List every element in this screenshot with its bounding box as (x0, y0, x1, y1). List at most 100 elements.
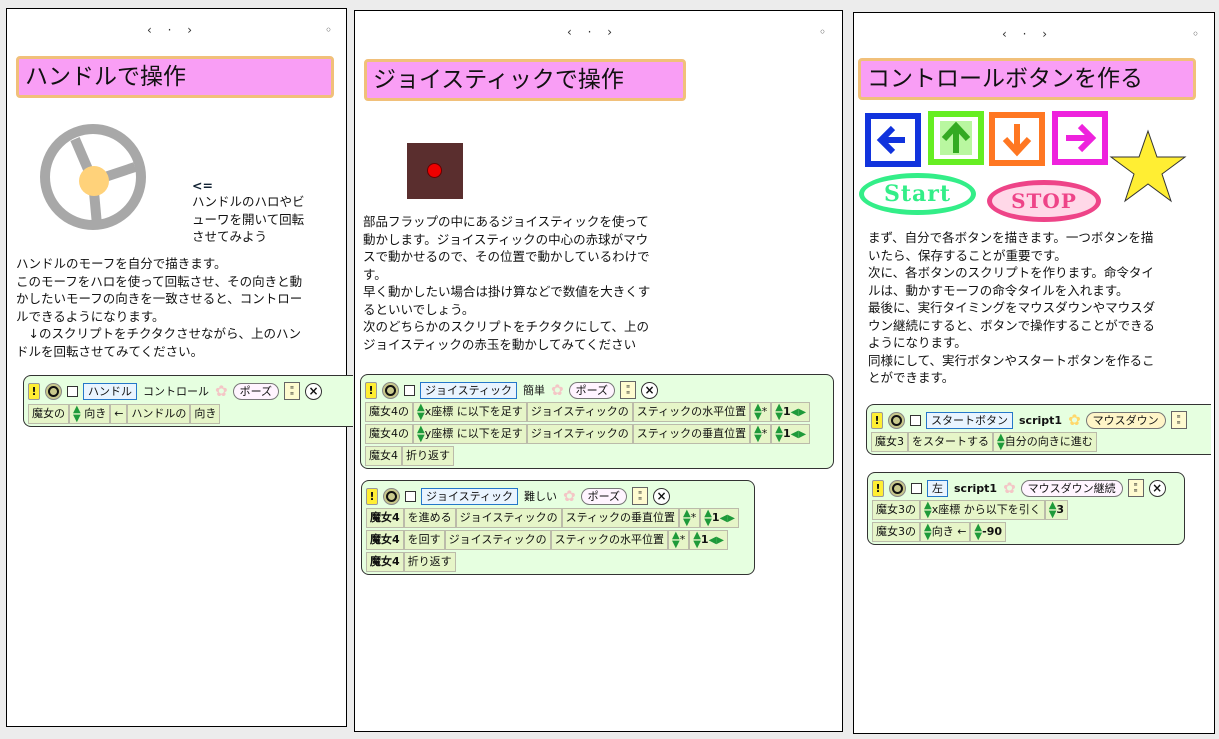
tile-number[interactable]: ▲ ▼ 1 ◀▶ (700, 508, 739, 528)
tile-source[interactable]: ジョイスティックの (526, 424, 633, 444)
script-object-name[interactable]: ジョイスティック (420, 381, 518, 399)
tile-number[interactable]: ▲ ▼ 3 (1044, 500, 1069, 520)
tile-object[interactable]: 魔女3 (871, 432, 908, 452)
tile-object[interactable]: 魔女4 (365, 446, 402, 466)
page-menu-dot[interactable]: ◦ (1192, 27, 1199, 41)
left-arrow-button[interactable] (865, 113, 921, 167)
script-checkbox[interactable] (67, 385, 78, 397)
tile-object[interactable]: 魔女4の (365, 424, 413, 444)
down-arrow-button[interactable] (989, 112, 1045, 166)
joystick-ball[interactable] (427, 163, 442, 178)
tile-command[interactable]: を進める (403, 508, 456, 528)
tick-toggle-icon[interactable] (382, 381, 399, 399)
up-down-icon[interactable]: ▲ ▼ (73, 405, 81, 424)
tile-property[interactable]: ▲ ▼ y座標 に以下を足す (413, 424, 527, 444)
tile-object[interactable]: 魔女4の (365, 402, 413, 422)
exclaim-icon[interactable]: ! (872, 479, 884, 497)
script-row[interactable]: 魔女の ▲ ▼ 向き ← ハンドルの 向き (28, 404, 221, 424)
tile-source[interactable]: ハンドルの (127, 404, 191, 424)
up-down-icon[interactable]: ▲ ▼ (754, 425, 762, 444)
up-down-icon[interactable]: ▲ ▼ (1049, 501, 1057, 520)
script-joystick-easy[interactable]: ! ジョイスティック 簡単 ✿ ポーズ ≡ ≡ × 魔女4の ▲ ▼ x座標 に以下を… (360, 374, 834, 469)
tile-command[interactable]: 折り返す (403, 552, 456, 572)
up-down-icon[interactable]: ▲ ▼ (704, 509, 712, 528)
tile-source-property[interactable]: 向き (190, 404, 221, 424)
tile-source-property[interactable]: スティックの水平位置 (632, 402, 751, 422)
memo-icon[interactable]: ≡ ≡ (620, 381, 637, 399)
tile-number[interactable]: ▲ ▼ 1 ◀▶ (771, 424, 811, 444)
tile-command[interactable]: ▲ ▼ 自分の向きに進む (993, 432, 1097, 452)
script-object-name[interactable]: ハンドル (83, 382, 137, 400)
tile-source[interactable]: ジョイスティックの (444, 530, 551, 550)
memo-icon[interactable]: ≡ ≡ (1127, 479, 1144, 497)
tile-source-property[interactable]: スティックの垂直位置 (561, 508, 680, 528)
script-object-name[interactable]: 左 (927, 479, 948, 497)
tile-command[interactable]: を回す (403, 530, 445, 550)
left-right-icon[interactable]: ◀▶ (791, 407, 806, 417)
tile-property[interactable]: ▲ ▼ 向き (69, 404, 111, 424)
up-down-icon[interactable]: ▲ ▼ (775, 425, 783, 444)
tile-source[interactable]: ジョイスティックの (526, 402, 633, 422)
script-row[interactable]: 魔女3の ▲ ▼ x座標 から以下を引く ▲ ▼ 3 (872, 500, 1069, 520)
up-down-icon[interactable]: ▲ ▼ (417, 425, 425, 444)
tile-command[interactable]: をスタートする (908, 432, 993, 452)
close-icon[interactable]: × (1148, 479, 1166, 497)
exclaim-icon[interactable]: ! (28, 382, 40, 400)
script-name[interactable]: 難しい (523, 488, 558, 504)
star-icon[interactable] (1109, 129, 1187, 203)
memo-icon[interactable]: ≡ ≡ (1170, 411, 1187, 429)
script-object-name[interactable]: ジョイスティック (421, 487, 519, 505)
status-button[interactable]: ポーズ (580, 487, 628, 505)
page-menu-dot[interactable]: ◦ (325, 23, 332, 37)
right-arrow-button[interactable] (1052, 111, 1108, 165)
script-object-name[interactable]: スタートボタン (926, 411, 1013, 429)
up-down-icon[interactable]: ▲ ▼ (417, 403, 425, 422)
joystick-morph[interactable] (407, 143, 463, 199)
script-row[interactable]: 魔女4の ▲ ▼ x座標 に以下を足す ジョイスティックの スティックの水平位置 ▲… (365, 402, 811, 422)
status-button[interactable]: ポーズ (568, 381, 616, 399)
up-down-icon[interactable]: ▲ ▼ (775, 403, 783, 422)
tile-operator[interactable]: ▲ ▼ * (750, 424, 772, 444)
memo-icon[interactable]: ≡ ≡ (284, 382, 301, 400)
script-row[interactable]: 魔女4 を進める ジョイスティックの スティックの垂直位置 ▲ ▼ * ▲ ▼ 1 ◀▶ (366, 508, 739, 528)
tick-toggle-icon[interactable] (888, 411, 905, 429)
left-right-icon[interactable]: ◀▶ (709, 535, 724, 545)
script-checkbox[interactable] (910, 414, 921, 426)
status-button[interactable]: マウスダウン (1085, 411, 1166, 429)
left-right-icon[interactable]: ◀▶ (791, 429, 806, 439)
up-down-icon[interactable]: ▲ ▼ (672, 531, 680, 550)
status-button[interactable]: マウスダウン継続 (1020, 479, 1123, 497)
tile-number[interactable]: ▲ ▼ -90 (970, 522, 1006, 542)
up-down-icon[interactable]: ▲ ▼ (693, 531, 701, 550)
script-row[interactable]: 魔女4 折り返す (366, 552, 456, 572)
script-checkbox[interactable] (911, 482, 922, 494)
tile-property[interactable]: ▲ ▼ x座標 に以下を足す (413, 402, 527, 422)
stop-button[interactable]: STOP (987, 180, 1101, 222)
page-nav[interactable]: ‹ · › (147, 23, 198, 37)
up-down-icon[interactable]: ▲ ▼ (974, 523, 982, 542)
tick-toggle-icon[interactable] (383, 487, 400, 505)
status-button[interactable]: ポーズ (232, 382, 280, 400)
tile-object[interactable]: 魔女3の (872, 500, 920, 520)
tile-property[interactable]: ▲ ▼ 向き ← (920, 522, 971, 542)
tick-toggle-icon[interactable] (889, 479, 906, 497)
up-down-icon[interactable]: ▲ ▼ (924, 523, 932, 542)
tile-source-property[interactable]: スティックの水平位置 (550, 530, 669, 550)
tile-object[interactable]: 魔女4 (366, 508, 404, 528)
up-down-icon[interactable]: ▲ ▼ (924, 501, 932, 520)
memo-icon[interactable]: ≡ ≡ (632, 487, 649, 505)
page-nav[interactable]: ‹ · › (567, 25, 618, 39)
script-left-button[interactable]: ! 左 script1 ✿ マウスダウン継続 ≡ ≡ × 魔女3の ▲ ▼ x座標 か… (867, 472, 1185, 545)
tile-object[interactable]: 魔女4 (366, 552, 404, 572)
exclaim-icon[interactable]: ! (871, 411, 883, 429)
exclaim-icon[interactable]: ! (366, 487, 378, 505)
script-handle-control[interactable]: ! ハンドル コントロール ✿ ポーズ ≡ ≡ × 魔女の ▲ ▼ 向き ← ハンド… (23, 375, 353, 427)
script-row[interactable]: 魔女4の ▲ ▼ y座標 に以下を足す ジョイスティックの スティックの垂直位置 ▲… (365, 424, 811, 444)
page-nav[interactable]: ‹ · › (1002, 27, 1053, 41)
tile-assign[interactable]: ← (110, 404, 128, 424)
close-icon[interactable]: × (653, 487, 671, 505)
tile-object[interactable]: 魔女4 (366, 530, 404, 550)
tile-operator[interactable]: ▲ ▼ * (679, 508, 701, 528)
tile-number[interactable]: ▲ ▼ 1 ◀▶ (689, 530, 728, 550)
close-icon[interactable]: × (641, 381, 659, 399)
